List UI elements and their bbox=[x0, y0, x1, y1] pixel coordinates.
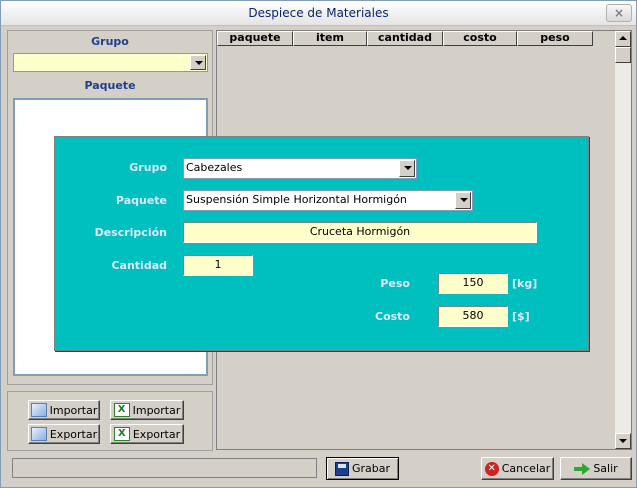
excel-import-button[interactable]: X Importar bbox=[110, 400, 184, 420]
column-header-peso[interactable]: peso bbox=[517, 31, 593, 46]
export-button[interactable]: Exportar bbox=[28, 424, 100, 444]
floppy-disk-icon bbox=[334, 461, 349, 476]
import-icon bbox=[30, 403, 47, 417]
excel-import-button-label: Importar bbox=[132, 403, 181, 417]
dialog-descripcion-field[interactable]: Cruceta Hormigón bbox=[183, 222, 537, 243]
main-window: Despiece de Materiales × Grupo Paquete I… bbox=[0, 0, 637, 488]
item-edit-panel: Grupo Cabezales Paquete Suspensión Simpl… bbox=[54, 136, 589, 351]
dialog-costo-label: Costo bbox=[375, 310, 410, 323]
column-header-costo[interactable]: costo bbox=[443, 31, 517, 46]
grupo-label: Grupo bbox=[91, 35, 129, 48]
excel-export-button[interactable]: X Exportar bbox=[110, 424, 184, 444]
chevron-down-icon[interactable] bbox=[190, 55, 206, 70]
status-bar bbox=[12, 458, 317, 478]
grid-vertical-scrollbar[interactable] bbox=[615, 31, 631, 449]
export-button-label: Exportar bbox=[49, 427, 98, 441]
export-icon bbox=[30, 427, 47, 441]
import-button[interactable]: Importar bbox=[28, 400, 100, 420]
window-title: Despiece de Materiales bbox=[248, 6, 389, 20]
dialog-paquete-value: Suspensión Simple Horizontal Hormigón bbox=[186, 193, 407, 206]
excel-icon: X bbox=[113, 403, 130, 417]
scroll-down-icon[interactable] bbox=[615, 433, 631, 449]
dialog-grupo-value: Cabezales bbox=[186, 161, 243, 174]
cancel-button-label: Cancelar bbox=[501, 462, 551, 475]
save-button[interactable]: Grabar bbox=[326, 457, 399, 480]
grid-header: paquete item cantidad costo peso bbox=[217, 31, 593, 46]
excel-export-button-label: Exportar bbox=[132, 427, 181, 441]
dialog-grupo-label: Grupo bbox=[129, 161, 167, 174]
dialog-grupo-combo[interactable]: Cabezales bbox=[183, 158, 417, 179]
excel-icon: X bbox=[113, 427, 130, 441]
dialog-cantidad-label: Cantidad bbox=[111, 259, 167, 272]
dialog-cantidad-field[interactable]: 1 bbox=[183, 255, 253, 276]
column-header-cantidad[interactable]: cantidad bbox=[367, 31, 443, 46]
dialog-descripcion-label: Descripción bbox=[94, 226, 167, 239]
exit-button-label: Salir bbox=[593, 462, 618, 475]
dialog-peso-label: Peso bbox=[380, 277, 410, 290]
chevron-down-icon[interactable] bbox=[399, 160, 415, 177]
import-button-label: Importar bbox=[49, 403, 98, 417]
scroll-thumb[interactable] bbox=[615, 47, 631, 63]
save-button-label: Grabar bbox=[351, 462, 391, 475]
close-icon[interactable]: × bbox=[606, 4, 632, 22]
dialog-costo-field[interactable]: 580 bbox=[438, 306, 508, 327]
paquete-label: Paquete bbox=[84, 79, 136, 92]
cancel-icon: ✕ bbox=[484, 461, 499, 476]
dialog-peso-unit: [kg] bbox=[512, 277, 538, 290]
chevron-down-icon[interactable] bbox=[455, 192, 471, 209]
grupo-combo[interactable] bbox=[13, 53, 208, 72]
dialog-peso-field[interactable]: 150 bbox=[438, 273, 508, 294]
title-bar: Despiece de Materiales × bbox=[1, 1, 636, 26]
scroll-up-icon[interactable] bbox=[615, 31, 631, 47]
exit-button[interactable]: Salir bbox=[560, 457, 632, 480]
column-header-paquete[interactable]: paquete bbox=[217, 31, 293, 46]
dialog-costo-unit: [$] bbox=[512, 310, 530, 323]
cancel-button[interactable]: ✕ Cancelar bbox=[481, 457, 554, 480]
column-header-item[interactable]: item bbox=[293, 31, 367, 46]
arrow-right-icon bbox=[574, 462, 591, 475]
dialog-paquete-combo[interactable]: Suspensión Simple Horizontal Hormigón bbox=[183, 190, 473, 211]
dialog-paquete-label: Paquete bbox=[115, 194, 167, 207]
import-export-panel: Importar X Importar Exportar X Exportar bbox=[7, 391, 213, 451]
